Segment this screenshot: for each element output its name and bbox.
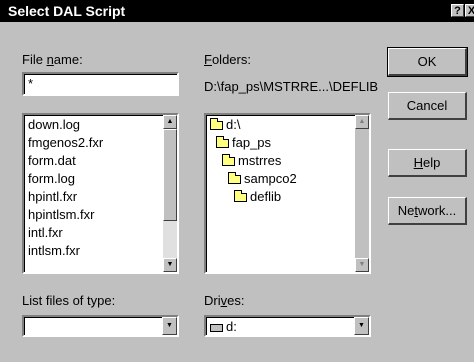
scroll-up-arrow-icon[interactable]: ▲ xyxy=(163,115,177,129)
help-title-button[interactable]: ? xyxy=(451,4,464,17)
list-files-of-type-label: List files of type: xyxy=(22,293,116,308)
open-folder-icon xyxy=(228,172,241,184)
select-dal-script-dialog: Select DAL Script ? X File name: * down.… xyxy=(0,0,474,362)
file-list[interactable]: down.log fmgenos2.fxr form.dat form.log … xyxy=(22,113,179,274)
file-name-label: File name: xyxy=(22,52,83,67)
folder-item[interactable]: sampco2 xyxy=(228,171,297,186)
close-title-button[interactable]: X xyxy=(465,4,474,17)
file-list-item[interactable]: intlsm.fxr xyxy=(28,243,80,258)
drives-label: Drives: xyxy=(204,293,245,308)
drives-select[interactable]: d: ▼ xyxy=(204,315,371,337)
scroll-down-arrow-icon[interactable]: ▼ xyxy=(163,258,177,272)
open-folder-icon xyxy=(216,136,229,148)
title-bar: Select DAL Script ? X xyxy=(0,0,474,22)
file-name-value: * xyxy=(28,76,34,91)
open-folder-icon xyxy=(234,190,247,202)
folder-item[interactable]: d:\ xyxy=(210,117,240,132)
network-button[interactable]: Network... xyxy=(388,197,467,225)
file-list-item[interactable]: hpintl.fxr xyxy=(28,189,77,204)
open-folder-icon xyxy=(222,154,235,166)
folder-item[interactable]: mstrres xyxy=(222,153,281,168)
file-name-input[interactable]: * xyxy=(22,72,179,96)
folder-item[interactable]: fap_ps xyxy=(216,135,271,150)
help-button[interactable]: Help xyxy=(388,149,467,177)
drive-value: d: xyxy=(210,319,237,334)
cancel-button[interactable]: Cancel xyxy=(388,92,467,120)
chevron-down-icon[interactable]: ▼ xyxy=(354,317,369,335)
file-list-item[interactable]: down.log xyxy=(28,117,80,132)
scroll-down-arrow-icon[interactable]: ▼ xyxy=(355,258,369,272)
open-folder-icon xyxy=(210,118,223,130)
file-list-scrollbar[interactable]: ▲ ▼ xyxy=(163,115,177,272)
folder-tree-scrollbar[interactable]: ▲ ▼ xyxy=(355,115,369,272)
file-list-item[interactable]: form.log xyxy=(28,171,75,186)
chevron-down-icon[interactable]: ▼ xyxy=(162,317,177,335)
file-list-item[interactable]: fmgenos2.fxr xyxy=(28,135,103,150)
folder-item-selected[interactable]: deflib xyxy=(234,189,281,204)
file-list-item[interactable]: intl.fxr xyxy=(28,225,63,240)
file-list-item[interactable]: hpintlsm.fxr xyxy=(28,207,94,222)
folder-tree[interactable]: d:\ fap_ps mstrres sampco2 deflib ▲ ▼ xyxy=(204,113,371,274)
drive-icon xyxy=(210,324,223,332)
current-path: D:\fap_ps\MSTRRE...\DEFLIB xyxy=(204,79,379,94)
scroll-thumb[interactable] xyxy=(163,129,177,221)
ok-button[interactable]: OK xyxy=(387,47,468,77)
file-type-select[interactable]: ▼ xyxy=(22,315,179,337)
dialog-title: Select DAL Script xyxy=(8,3,126,19)
folders-label: Folders: xyxy=(204,52,251,67)
scroll-up-arrow-icon[interactable]: ▲ xyxy=(355,115,369,129)
file-list-item[interactable]: form.dat xyxy=(28,153,76,168)
